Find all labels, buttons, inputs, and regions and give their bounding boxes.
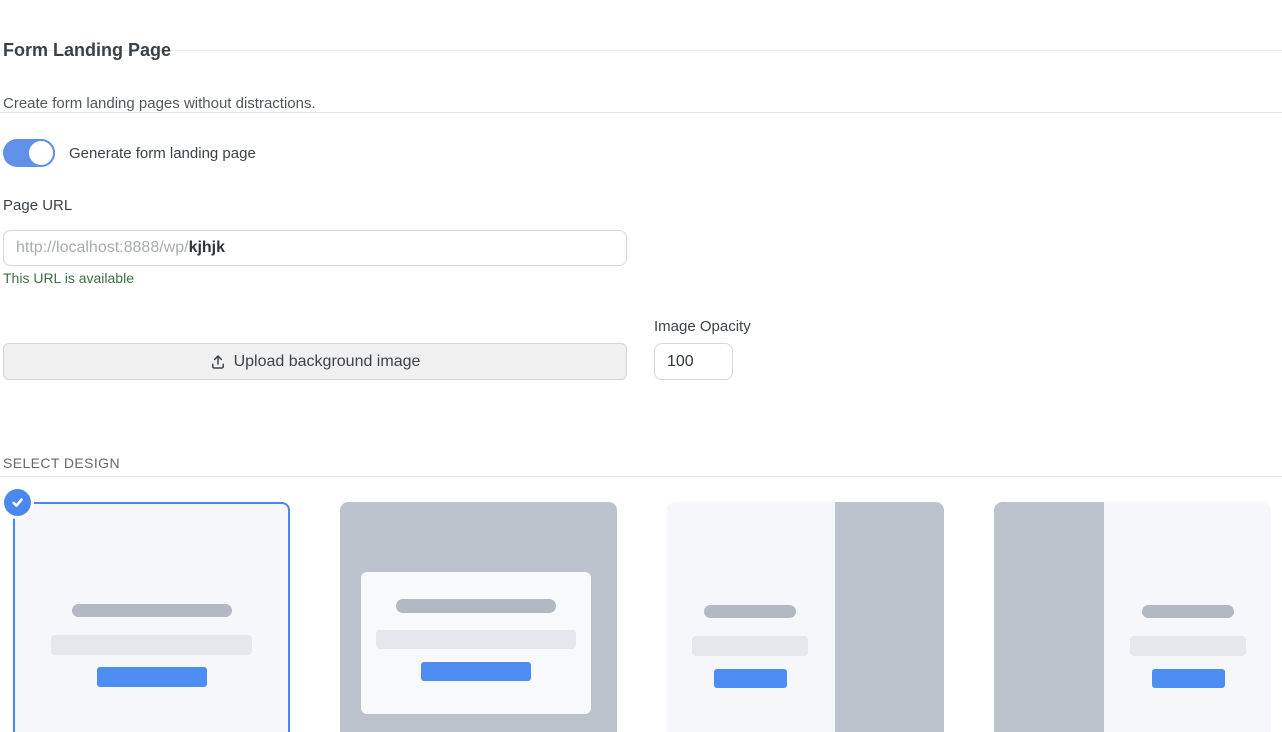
upload-button-label: Upload background image <box>234 353 421 371</box>
preview-text-bar <box>1130 636 1246 656</box>
toggle-knob <box>27 139 55 167</box>
preview-text-bar <box>51 635 252 655</box>
generate-toggle-row: Generate form landing page <box>3 139 1282 167</box>
toggle-label: Generate form landing page <box>69 145 256 162</box>
design-option-3[interactable] <box>667 502 944 732</box>
preview-text-bar <box>692 636 808 656</box>
url-availability-status: This URL is available <box>3 269 1282 287</box>
preview-button-bar <box>714 669 787 688</box>
design-option-1-selected[interactable] <box>13 502 290 732</box>
image-opacity-label: Image Opacity <box>654 317 751 337</box>
preview-heading-bar <box>704 605 796 618</box>
background-image-row: Upload background image Image Opacity <box>3 317 1282 380</box>
preview-button-bar <box>421 662 531 681</box>
preview-heading-bar <box>396 599 556 613</box>
page-url-prefix: http://localhost:8888/wp/ <box>16 239 189 257</box>
select-design-heading: SELECT DESIGN <box>3 454 1282 472</box>
selected-check-icon <box>4 489 31 516</box>
design-preview-content <box>15 604 288 687</box>
page-title: Form Landing Page <box>3 40 1282 61</box>
design-preview-content <box>1105 502 1271 688</box>
upload-background-image-button[interactable]: Upload background image <box>3 343 627 380</box>
design-option-4[interactable] <box>994 502 1271 732</box>
preview-button-bar <box>97 667 207 687</box>
design-preview-content <box>361 599 591 681</box>
page-url-label: Page URL <box>3 196 1282 216</box>
design-preview-content <box>667 502 833 688</box>
upload-icon <box>210 354 226 370</box>
preview-heading-bar <box>72 604 232 617</box>
design-preview-image-panel <box>994 502 1104 732</box>
preview-text-bar <box>376 630 576 649</box>
form-landing-page-settings: Form Landing Page Create form landing pa… <box>0 40 1282 732</box>
design-option-2[interactable] <box>340 502 617 732</box>
image-opacity-field: Image Opacity <box>654 317 751 380</box>
page-url-value: kjhjk <box>189 239 225 257</box>
page-url-input[interactable]: http://localhost:8888/wp/ kjhjk <box>3 230 627 266</box>
design-options-list <box>3 502 1282 732</box>
design-preview-form-panel <box>361 572 591 714</box>
generate-landing-page-toggle[interactable] <box>3 139 55 167</box>
design-preview-image-panel <box>835 502 944 732</box>
page-description: Create form landing pages without distra… <box>3 94 1282 114</box>
preview-heading-bar <box>1142 605 1234 618</box>
image-opacity-input[interactable] <box>654 343 733 380</box>
preview-button-bar <box>1152 669 1225 688</box>
